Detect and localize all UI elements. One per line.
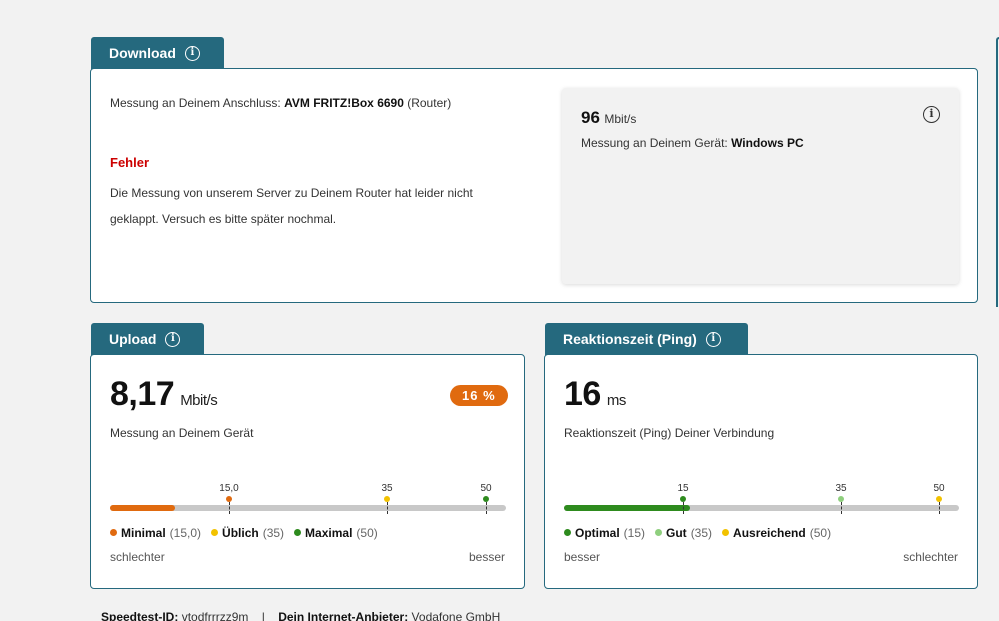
upload-legend-value: (15,0): [169, 526, 202, 540]
ping-legend-item: Ausreichend (50): [722, 526, 831, 540]
upload-legend: Minimal (15,0) Üblich (35) Maximal (50): [110, 526, 378, 540]
upload-tick-line: [229, 502, 230, 514]
ping-tab-label: Reaktionszeit (Ping): [563, 331, 697, 347]
dot-icon: [564, 529, 571, 536]
upload-right-label: besser: [468, 550, 505, 564]
device-text: Messung an Deinem Gerät: Windows PC: [581, 136, 804, 150]
ping-legend-item: Gut (35): [655, 526, 712, 540]
ping-subtitle: Reaktionszeit (Ping) Deiner Verbindung: [564, 426, 775, 440]
upload-legend-item: Üblich (35): [211, 526, 284, 540]
upload-tab-label: Upload: [109, 331, 157, 347]
ping-tick-label: 15: [677, 483, 689, 494]
info-icon[interactable]: i: [165, 331, 181, 347]
footer-info: Speedtest-ID: vtodfrrrzz9m | Dein Intern…: [101, 610, 500, 621]
speedtest-id: vtodfrrrzz9m: [181, 610, 249, 621]
ping-value: 16 ms: [564, 375, 626, 413]
upload-legend-value: (35): [262, 526, 285, 540]
anschluss-text: Messung an Deinem Anschluss: AVM FRITZ!B…: [110, 96, 452, 110]
upload-percent-badge: 16 %: [450, 385, 508, 406]
tab-download: Download i: [91, 37, 224, 69]
info-icon[interactable]: i: [705, 331, 721, 347]
upload-tick-line: [387, 502, 388, 514]
upload-legend-name: Maximal: [305, 526, 353, 540]
ping-scale-track: [564, 505, 959, 511]
ping-legend-name: Ausreichend: [733, 526, 806, 540]
dot-icon: [110, 529, 117, 536]
device-speed: 96 Mbit/s: [581, 108, 637, 127]
upload-subtitle: Messung an Deinem Gerät: [110, 426, 254, 440]
ping-legend-value: (50): [809, 526, 832, 540]
error-title: Fehler: [110, 155, 150, 170]
router-name: AVM FRITZ!Box 6690: [284, 96, 404, 110]
upload-value: 8,17 Mbit/s: [110, 375, 218, 413]
provider-name: Vodafone GmbH: [411, 610, 501, 621]
upload-legend-item: Maximal (50): [294, 526, 378, 540]
upload-legend-name: Minimal: [121, 526, 166, 540]
ping-legend-name: Optimal: [575, 526, 620, 540]
ping-legend-name: Gut: [666, 526, 687, 540]
dot-icon: [722, 529, 730, 536]
ping-card: 16 ms Reaktionszeit (Ping) Deiner Verbind…: [544, 354, 978, 589]
ping-tick-line: [841, 502, 842, 514]
upload-legend-value: (50): [356, 526, 378, 540]
upload-scale: 15,0 35 50: [110, 483, 506, 514]
upload-card: 8,17 Mbit/s 16 % Messung an Deinem Gerät …: [90, 354, 525, 589]
download-card: Messung an Deinem Anschluss: AVM FRITZ!B…: [90, 68, 978, 303]
upload-tick-label: 15,0: [219, 483, 239, 494]
upload-left-label: schlechter: [110, 550, 165, 564]
upload-legend-name: Üblich: [222, 526, 259, 540]
ping-scale-fill: [564, 505, 690, 511]
dot-icon: [294, 529, 302, 536]
device-measure-panel: 96 Mbit/s i Messung an Deinem Gerät: Win…: [562, 88, 959, 284]
upload-scale-fill: [110, 505, 175, 511]
dot-icon: [211, 529, 219, 536]
ping-legend-value: (35): [690, 526, 713, 540]
ping-legend-item: Optimal (15): [564, 526, 645, 540]
info-icon[interactable]: i: [184, 45, 200, 61]
info-icon[interactable]: i: [923, 106, 940, 123]
ping-left-label: besser: [564, 550, 601, 564]
tab-upload: Upload i: [91, 323, 204, 355]
ping-tick-line: [683, 502, 684, 514]
ping-legend-value: (15): [623, 526, 646, 540]
error-message: Die Messung von unserem Server zu Deinem…: [110, 186, 473, 226]
upload-legend-item: Minimal (15,0): [110, 526, 201, 540]
upload-tick-label: 35: [381, 483, 393, 494]
ping-tick-line: [939, 502, 940, 514]
ping-tick-label: 50: [933, 483, 945, 494]
upload-tick-label: 50: [480, 483, 492, 494]
ping-legend: Optimal (15) Gut (35) Ausreichend (50): [564, 526, 831, 540]
download-tab-label: Download: [109, 45, 176, 61]
upload-tick-line: [486, 502, 487, 514]
ping-right-label: schlechter: [903, 550, 958, 564]
tab-ping: Reaktionszeit (Ping) i: [545, 323, 748, 355]
upload-scale-track: [110, 505, 506, 511]
ping-tick-label: 35: [835, 483, 847, 494]
ping-scale: 15 35 50: [564, 483, 959, 514]
dot-icon: [655, 529, 663, 536]
